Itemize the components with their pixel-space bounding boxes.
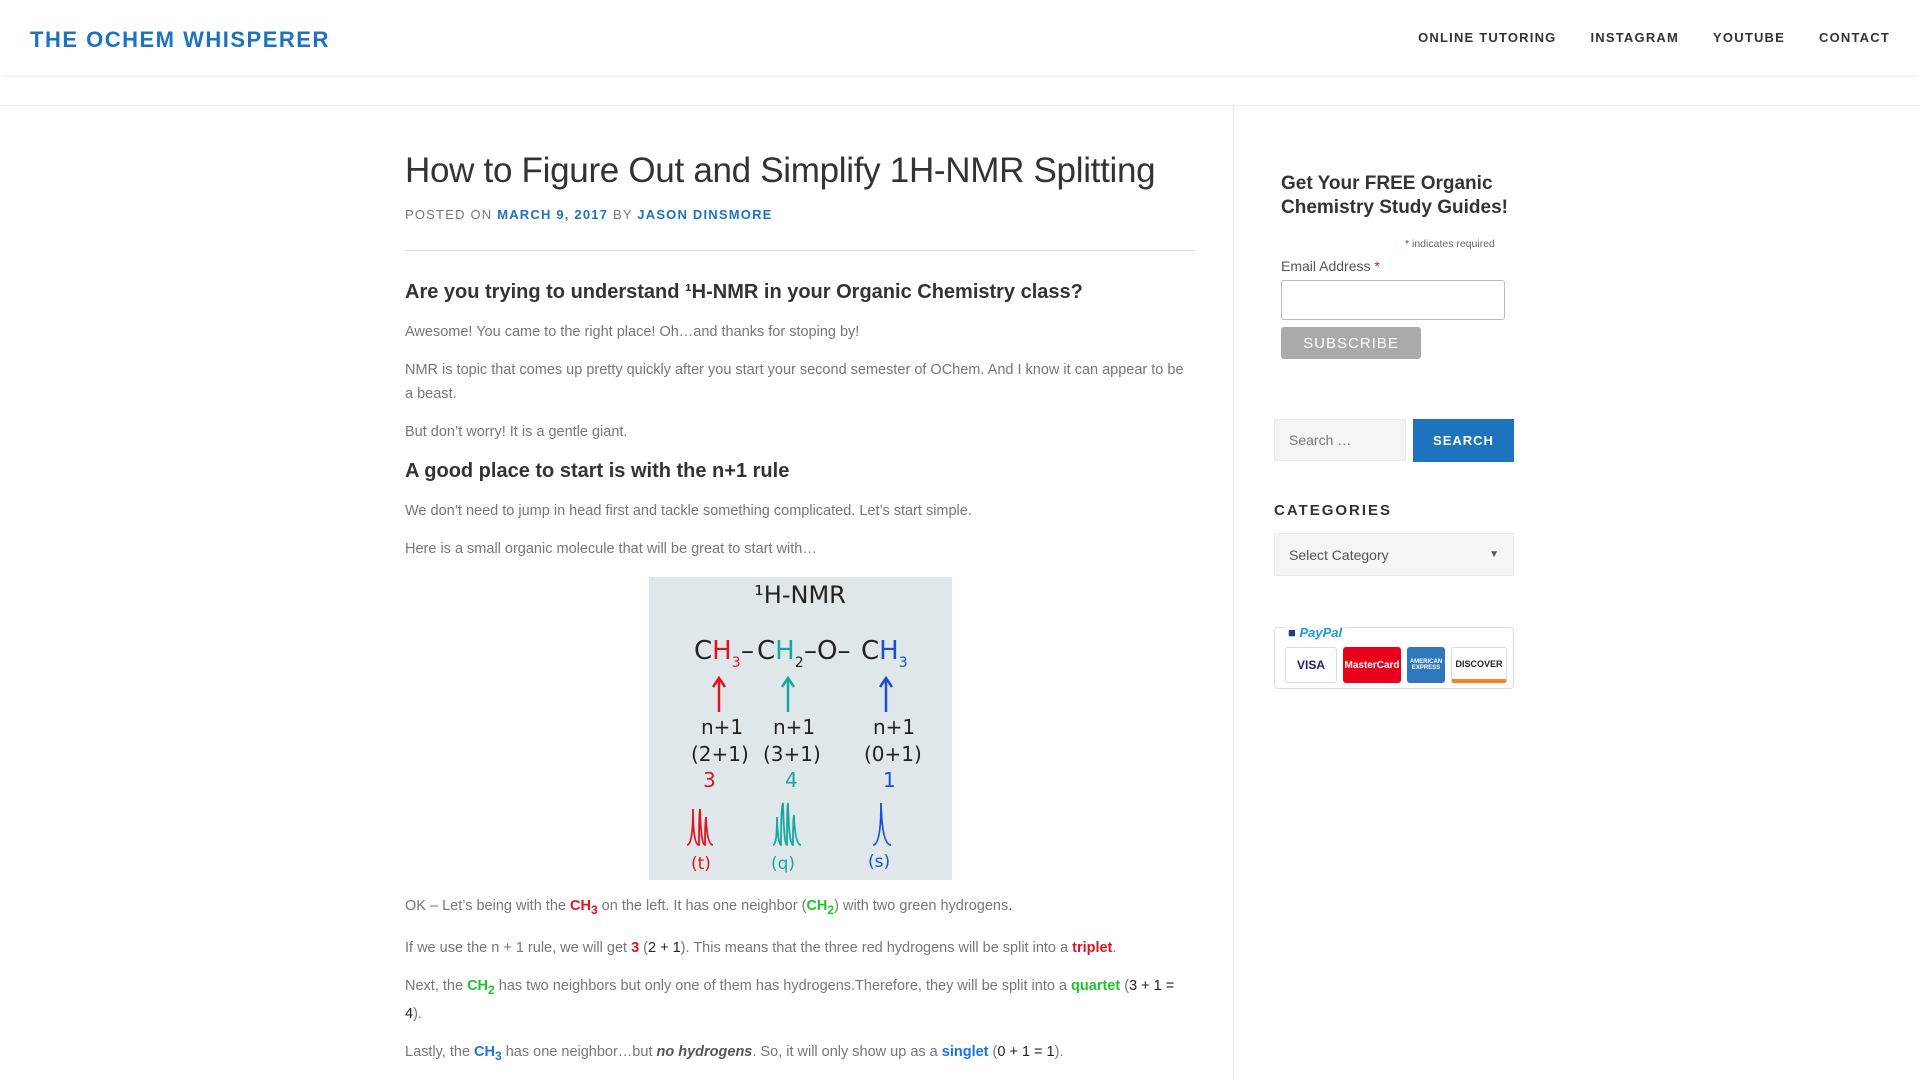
formula-oxygen: –O– — [804, 636, 850, 666]
site-header: THE OCHEM WHISPERER ONLINE TUTORING INST… — [0, 0, 1920, 75]
blog-post: How to Figure Out and Simplify 1H-NMR Sp… — [405, 148, 1195, 1068]
calc-3-plus-1: (3+1) — [763, 742, 821, 766]
paragraph-quartet: Next, the CH2 has two neighbors but only… — [405, 977, 1175, 1022]
count-4: 4 — [785, 768, 798, 792]
nmr-drawing: ¹H-NMR CH3 – CH2 –O– CH3 n+1 n+1 n+1 (2+… — [649, 577, 952, 880]
mastercard-icon: MasterCard — [1343, 647, 1401, 683]
label-singlet: (s) — [868, 852, 890, 872]
subscribe-button[interactable]: SUBSCRIBE — [1281, 327, 1421, 359]
paragraph: Here is a small organic molecule that wi… — [405, 541, 817, 557]
ch2-green: CH2 — [806, 898, 835, 917]
post-author-link[interactable]: JASON DINSMORE — [637, 207, 772, 222]
nmr-whiteboard-image: ¹H-NMR CH3 – CH2 –O– CH3 n+1 n+1 n+1 (2+… — [649, 577, 952, 880]
sidebar-divider — [1233, 106, 1234, 1080]
ch3-red: CH3 — [569, 898, 598, 917]
paragraph: Awesome! You came to the right place! Oh… — [405, 324, 860, 340]
category-select-value: Select Category — [1289, 546, 1389, 563]
label-n-plus-1-a: n+1 — [701, 715, 743, 739]
quartet-term: quartet — [1071, 977, 1121, 994]
signup-title: Get Your FREE Organic Chemistry Study Gu… — [1281, 173, 1508, 218]
nav-youtube[interactable]: YOUTUBE — [1713, 30, 1785, 45]
label-triplet: (t) — [691, 854, 711, 874]
calc-0-plus-1: (0+1) — [864, 742, 922, 766]
paypal-logo: ■ PayPal — [1285, 625, 1346, 640]
triplet-term: triplet — [1072, 939, 1113, 956]
nav-contact[interactable]: CONTACT — [1819, 30, 1890, 45]
singlet-term: singlet — [941, 1043, 989, 1060]
figure-title: ¹H-NMR — [754, 581, 846, 609]
amex-card-icon: AMERICAN EXPRESS — [1407, 647, 1445, 683]
ch2-green: CH2 — [467, 977, 495, 997]
chevron-down-icon: ▼ — [1489, 549, 1499, 560]
required-note: * indicates required — [1405, 238, 1495, 250]
email-field[interactable] — [1281, 280, 1505, 320]
paragraph-ch3-left: OK – Let’s being with the CH3 on the lef… — [405, 898, 1013, 917]
meta-divider — [405, 250, 1195, 251]
paragraph: NMR is topic that comes up pretty quickl… — [405, 362, 1184, 402]
label-quartet: (q) — [771, 854, 795, 874]
calc-2-plus-1: (2+1) — [691, 742, 749, 766]
category-select[interactable]: Select Category ▼ — [1274, 533, 1514, 576]
post-title: How to Figure Out and Simplify 1H-NMR Sp… — [405, 151, 1156, 190]
section-heading-intro: Are you trying to understand ¹H-NMR in y… — [405, 281, 1083, 303]
paragraph-singlet: Lastly, the CH3 has one neighbor…but no … — [405, 1043, 1064, 1063]
paragraph: We don’t need to jump in head first and … — [405, 503, 972, 519]
section-heading-n-plus-1: A good place to start is with the n+1 ru… — [405, 460, 790, 482]
email-label: Email Address * — [1281, 258, 1380, 274]
nav-online-tutoring[interactable]: ONLINE TUTORING — [1418, 30, 1556, 45]
count-3: 3 — [703, 768, 716, 792]
header-divider — [0, 105, 1920, 106]
paragraph: But don’t worry! It is a gentle giant. — [405, 424, 628, 440]
post-date-link[interactable]: MARCH 9, 2017 — [497, 207, 608, 222]
paypal-badge[interactable]: ■ PayPal VISA MasterCard AMERICAN EXPRES… — [1274, 625, 1514, 689]
svg-text:–: – — [741, 636, 754, 666]
ch3-blue: CH3 — [474, 1043, 502, 1063]
nav-instagram[interactable]: INSTAGRAM — [1590, 30, 1679, 45]
site-brand-link[interactable]: THE OCHEM WHISPERER — [30, 27, 330, 53]
main-nav: ONLINE TUTORING INSTAGRAM YOUTUBE CONTAC… — [1418, 30, 1890, 45]
search-button[interactable]: SEARCH — [1413, 419, 1514, 462]
categories-title: CATEGORIES — [1274, 502, 1393, 519]
by-label: BY — [612, 207, 633, 222]
label-n-plus-1-b: n+1 — [773, 715, 815, 739]
paragraph-triplet: If we use the n + 1 rule, we will get 3 … — [405, 939, 1117, 956]
label-n-plus-1-c: n+1 — [873, 715, 915, 739]
posted-on-label: POSTED ON — [405, 207, 493, 222]
post-meta: POSTED ON MARCH 9, 2017 BY JASON DINSMOR… — [405, 207, 1195, 222]
count-1: 1 — [883, 768, 896, 792]
visa-card-icon: VISA — [1285, 647, 1337, 683]
search-input[interactable] — [1274, 419, 1406, 461]
discover-card-icon: DISCOVER — [1451, 647, 1507, 683]
